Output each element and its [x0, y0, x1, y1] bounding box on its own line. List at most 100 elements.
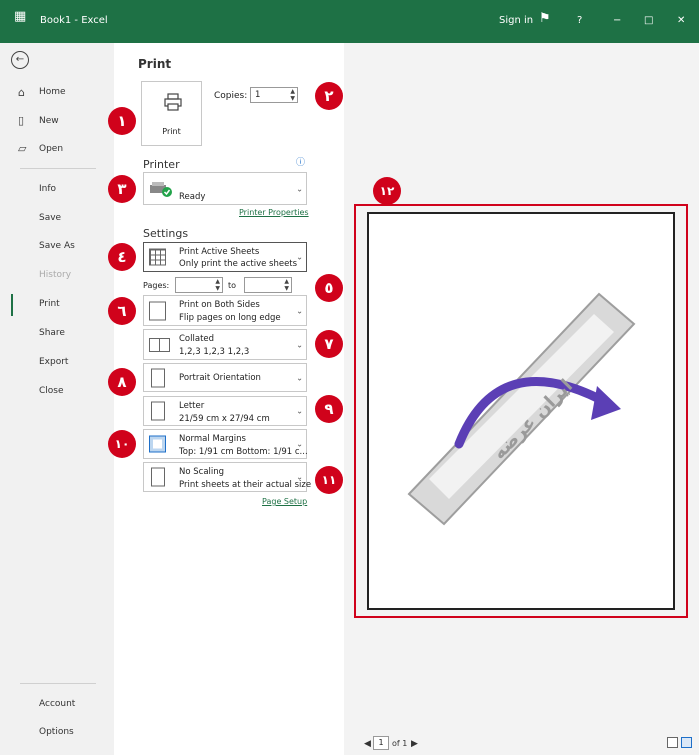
setting-line1: Print on Both Sides — [179, 300, 260, 310]
help-button[interactable]: ? — [577, 15, 582, 26]
preview-page: ایران عرضه — [367, 212, 675, 610]
annotation-badge-9: ٩ — [315, 395, 343, 423]
nav-save[interactable]: Save — [39, 213, 61, 223]
minimize-button[interactable]: − — [613, 15, 621, 26]
nav-export[interactable]: Export — [39, 357, 68, 367]
printer-status: Ready — [179, 192, 206, 202]
annotation-badge-4: ٤ — [108, 243, 136, 271]
chevron-down-icon: ⌄ — [296, 373, 303, 382]
nav-new[interactable]: New — [39, 116, 59, 126]
print-button[interactable]: Print — [141, 81, 202, 146]
chevron-down-icon: ⌄ — [296, 472, 303, 482]
page-number-input[interactable]: 1 — [373, 736, 389, 750]
chevron-down-icon: ⌄ — [296, 406, 303, 416]
pages-to-input[interactable]: ▲ ▼ — [244, 277, 292, 293]
back-arrow-icon[interactable]: ← — [11, 51, 29, 69]
nav-open[interactable]: Open — [39, 144, 63, 154]
margins-dropdown[interactable]: Normal Margins Top: 1/91 cm Bottom: 1/91… — [143, 429, 308, 459]
print-button-label: Print — [162, 127, 181, 136]
excel-logo-icon: ▦ — [14, 9, 27, 24]
info-icon[interactable]: ⓘ — [296, 155, 305, 168]
nav-separator-bottom — [20, 683, 96, 684]
printer-heading: Printer — [143, 158, 180, 171]
orientation-dropdown[interactable]: Portrait Orientation ⌄ — [143, 363, 307, 392]
spinner-arrows-icon[interactable]: ▲ ▼ — [290, 88, 295, 102]
printer-icon — [164, 93, 182, 111]
nav-options[interactable]: Options — [39, 727, 74, 737]
scaling-dropdown[interactable]: No Scaling Print sheets at their actual … — [143, 462, 311, 492]
feedback-icon[interactable]: ⚑ — [539, 11, 551, 26]
sign-in-link[interactable]: Sign in — [499, 15, 533, 26]
chevron-down-icon: ⌄ — [296, 252, 303, 262]
setting-line1: Collated — [179, 334, 215, 344]
collated-pages-icon — [149, 337, 170, 352]
nav-history: History — [39, 270, 72, 280]
spinner-arrows-icon[interactable]: ▲ ▼ — [215, 278, 220, 292]
duplex-page-icon — [149, 301, 166, 320]
pages-to-label: to — [228, 281, 237, 290]
annotation-badge-2: ٢ — [315, 82, 343, 110]
setting-line2: Top: 1/91 cm Bottom: 1/91 c... — [179, 447, 308, 457]
chevron-down-icon: ⌄ — [296, 184, 303, 193]
no-scaling-icon — [151, 467, 165, 487]
printer-dropdown[interactable]: Ready ⌄ — [143, 172, 307, 205]
sides-dropdown[interactable]: Print on Both Sides Flip pages on long e… — [143, 295, 307, 326]
nav-account[interactable]: Account — [39, 699, 75, 709]
paper-size-dropdown[interactable]: Letter 21/59 cm x 27/94 cm ⌄ — [143, 396, 307, 426]
setting-line1: Print Active Sheets — [179, 247, 260, 257]
chevron-down-icon: ⌄ — [296, 439, 303, 449]
annotation-badge-10: ١٠ — [108, 430, 136, 458]
home-icon: ⌂ — [18, 86, 25, 99]
title-bar: ▦ Book1 - Excel Sign in ⚑ ? − □ ✕ — [0, 0, 699, 43]
window-title: Book1 - Excel — [40, 15, 108, 26]
spinner-arrows-icon[interactable]: ▲ ▼ — [284, 278, 289, 292]
chevron-down-icon: ⌄ — [296, 306, 303, 315]
annotation-badge-5: ٥ — [315, 274, 343, 302]
close-button[interactable]: ✕ — [677, 15, 685, 26]
nav-close[interactable]: Close — [39, 386, 64, 396]
setting-line2: Flip pages on long edge — [179, 313, 281, 323]
show-margins-icon[interactable] — [667, 737, 678, 748]
paper-size-icon — [151, 401, 165, 421]
setting-line2: Print sheets at their actual size — [179, 480, 312, 490]
page-count: of 1 — [392, 739, 408, 748]
annotation-badge-3: ٣ — [108, 175, 136, 203]
setting-line1: Portrait Orientation — [179, 373, 261, 383]
pages-from-input[interactable]: ▲ ▼ — [175, 277, 223, 293]
setting-line1: No Scaling — [179, 467, 225, 477]
copies-input[interactable]: 1 ▲ ▼ — [250, 87, 298, 103]
setting-line2: 1,2,3 1,2,3 1,2,3 — [179, 347, 250, 357]
annotation-badge-1: ١ — [108, 107, 136, 135]
annotation-badge-7: ٧ — [315, 330, 343, 358]
collation-dropdown[interactable]: Collated 1,2,3 1,2,3 1,2,3 ⌄ — [143, 329, 307, 360]
folder-icon: ▱ — [18, 142, 27, 155]
annotation-badge-8: ٨ — [108, 368, 136, 396]
print-what-dropdown[interactable]: Print Active Sheets Only print the activ… — [143, 242, 307, 272]
annotation-badge-11: ١١ — [315, 466, 343, 494]
nav-home[interactable]: Home — [39, 87, 66, 97]
chevron-down-icon: ⌄ — [296, 340, 303, 349]
margins-icon — [149, 435, 166, 453]
zoom-to-page-icon[interactable] — [681, 737, 692, 748]
nav-separator — [20, 168, 96, 169]
prev-page-icon[interactable]: ◀ — [364, 739, 371, 749]
nav-save-as[interactable]: Save As — [39, 241, 75, 251]
watermark-logo-icon — [407, 292, 636, 526]
setting-line2: Only print the active sheets — [179, 259, 298, 269]
copies-label: Copies: — [214, 91, 248, 101]
annotation-badge-12: ١٢ — [373, 177, 401, 205]
printer-properties-link[interactable]: Printer Properties — [239, 208, 309, 217]
restore-button[interactable]: □ — [644, 15, 653, 26]
page-title: Print — [138, 57, 172, 71]
sheets-grid-icon — [149, 248, 166, 266]
setting-line1: Normal Margins — [179, 434, 246, 444]
next-page-icon[interactable]: ▶ — [411, 739, 418, 749]
page-setup-link[interactable]: Page Setup — [262, 497, 307, 506]
nav-info[interactable]: Info — [39, 184, 56, 194]
nav-share[interactable]: Share — [39, 328, 65, 338]
active-indicator — [11, 294, 13, 316]
nav-print[interactable]: Print — [39, 299, 60, 309]
printer-ready-icon — [150, 182, 172, 197]
setting-line1: Letter — [179, 401, 205, 411]
pages-label: Pages: — [143, 281, 170, 290]
